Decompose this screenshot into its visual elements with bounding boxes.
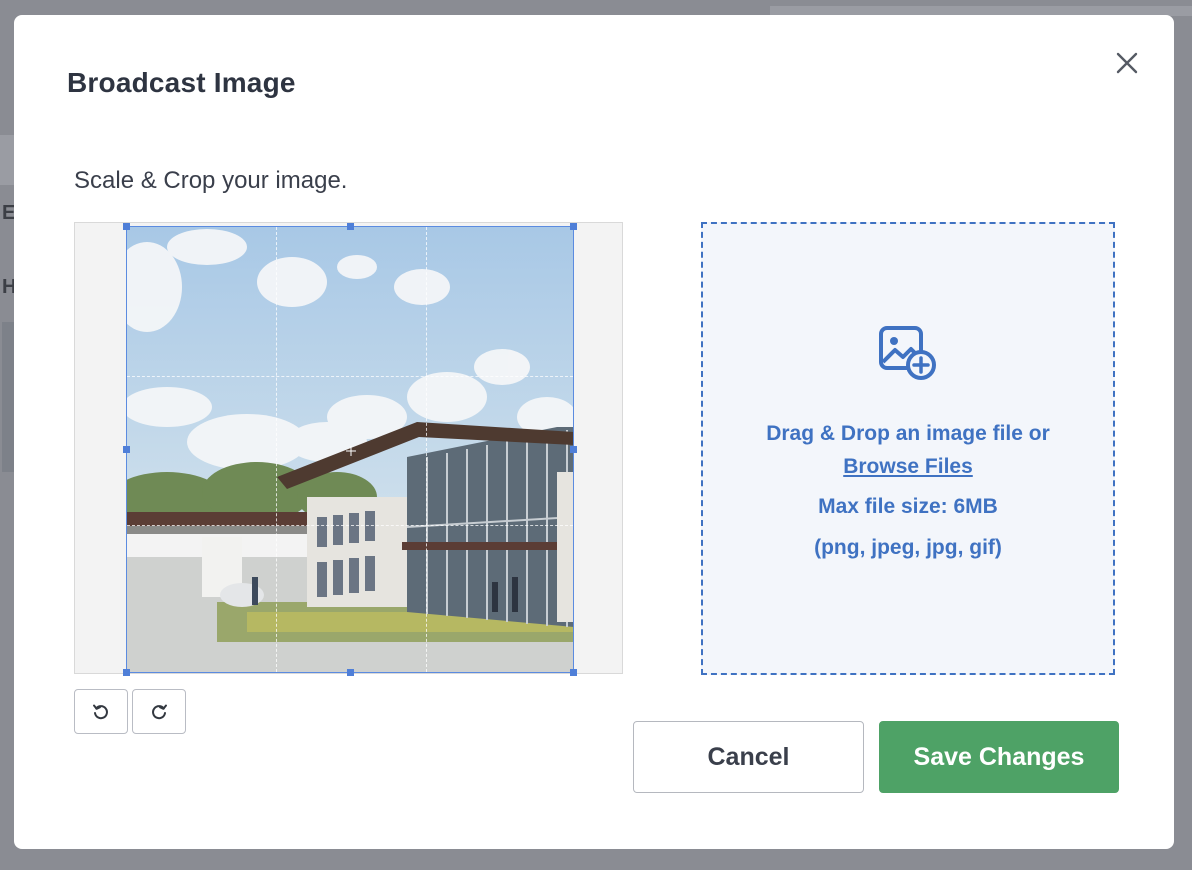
crop-handle-se[interactable] (570, 669, 577, 676)
crop-guide-line (276, 227, 277, 672)
allowed-formats-text: (png, jpeg, jpg, gif) (814, 536, 1002, 559)
crop-guide-line (127, 376, 573, 377)
rotate-left-icon (93, 704, 108, 719)
crop-instructions: Scale & Crop your image. (74, 167, 348, 194)
image-dropzone[interactable]: Drag & Drop an image file or Browse File… (701, 222, 1115, 675)
max-file-size-text: Max file size: 6MB (818, 495, 998, 518)
background-strip (0, 135, 14, 185)
image-add-icon (879, 326, 936, 380)
crop-handle-ne[interactable] (570, 223, 577, 230)
crop-guide-line (127, 525, 573, 526)
rotate-right-icon (152, 704, 167, 719)
crop-guide-line (426, 227, 427, 672)
rotate-right-button[interactable] (132, 689, 186, 734)
crop-handle-s[interactable] (347, 669, 354, 676)
background-thumbnail (2, 322, 14, 472)
crop-handle-e[interactable] (570, 446, 577, 453)
crop-handle-n[interactable] (347, 223, 354, 230)
browse-files-link[interactable]: Browse Files (843, 455, 973, 478)
close-button[interactable] (1112, 48, 1142, 78)
modal-title: Broadcast Image (67, 67, 296, 98)
rotate-left-button[interactable] (74, 689, 128, 734)
dropzone-browse-line: Browse Files (703, 455, 1113, 479)
crop-center-mark (346, 446, 356, 456)
crop-handle-sw[interactable] (123, 669, 130, 676)
cancel-button[interactable]: Cancel (633, 721, 864, 793)
close-icon (1116, 52, 1138, 74)
image-cropper (74, 222, 623, 676)
save-changes-button[interactable]: Save Changes (879, 721, 1119, 793)
dropzone-drag-text: Drag & Drop an image file (766, 422, 1023, 445)
crop-handle-nw[interactable] (123, 223, 130, 230)
broadcast-image-modal: Broadcast Image Scale & Crop your image. (14, 15, 1174, 849)
crop-handle-w[interactable] (123, 446, 130, 453)
crop-selection-box[interactable] (123, 223, 577, 676)
dropzone-or-text: or (1028, 422, 1050, 445)
dropzone-drag-text-line: Drag & Drop an image file or (703, 422, 1113, 446)
